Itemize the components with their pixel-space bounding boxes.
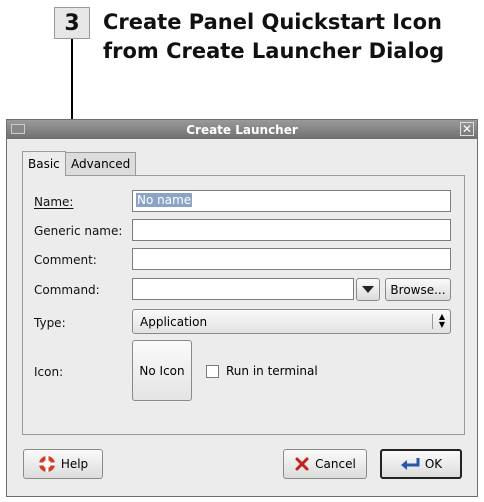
ok-button-label: OK bbox=[424, 457, 443, 471]
comment-label: Comment: bbox=[34, 253, 97, 267]
callout-title-line1: Create Panel Quickstart Icon bbox=[103, 10, 442, 34]
ok-arrow-icon bbox=[400, 458, 420, 470]
generic-name-label: Generic name: bbox=[34, 224, 123, 238]
name-field[interactable]: No name bbox=[132, 190, 451, 212]
window-menu-icon[interactable] bbox=[11, 124, 25, 134]
triangle-down-icon bbox=[362, 285, 374, 293]
cancel-x-icon bbox=[295, 457, 309, 471]
title-bar[interactable]: Create Launcher ✕ bbox=[7, 120, 477, 139]
command-label: Command: bbox=[34, 283, 100, 297]
comment-field[interactable] bbox=[132, 248, 451, 270]
run-in-terminal-label: Run in terminal bbox=[226, 364, 318, 378]
icon-label: Icon: bbox=[34, 365, 64, 379]
name-label: Name: bbox=[34, 195, 73, 209]
type-select-value: Application bbox=[140, 314, 208, 329]
lifebuoy-icon bbox=[38, 456, 55, 472]
step-number: 3 bbox=[54, 7, 90, 39]
tab-basic[interactable]: Basic bbox=[22, 151, 66, 176]
type-select-divider bbox=[432, 314, 433, 329]
callout-title: Create Panel Quickstart Icon from Create… bbox=[103, 8, 463, 66]
run-in-terminal-option[interactable]: Run in terminal bbox=[206, 364, 318, 378]
name-label-text: Name: bbox=[34, 195, 74, 209]
ok-button[interactable]: OK bbox=[380, 449, 462, 479]
cancel-button-label: Cancel bbox=[315, 457, 356, 471]
basic-tab-panel bbox=[22, 175, 465, 435]
type-select[interactable]: Application ▲ ▼ bbox=[132, 309, 451, 334]
cancel-button[interactable]: Cancel bbox=[283, 449, 367, 479]
help-button[interactable]: Help bbox=[23, 449, 103, 479]
create-launcher-dialog: Create Launcher ✕ Basic Advanced Name: N… bbox=[6, 119, 478, 497]
command-dropdown-button[interactable] bbox=[356, 278, 380, 301]
window-title: Create Launcher bbox=[186, 122, 298, 137]
browse-button[interactable]: Browse... bbox=[385, 278, 451, 301]
callout-title-line2: from Create Launcher Dialog bbox=[103, 39, 445, 63]
command-field[interactable] bbox=[132, 278, 354, 300]
name-field-value: No name bbox=[136, 193, 193, 207]
callout-leader-line bbox=[71, 39, 73, 127]
close-icon[interactable]: ✕ bbox=[460, 122, 474, 136]
run-in-terminal-checkbox[interactable] bbox=[206, 364, 219, 378]
type-label: Type: bbox=[34, 316, 66, 330]
tab-advanced[interactable]: Advanced bbox=[65, 152, 137, 175]
updown-arrows-icon: ▲ ▼ bbox=[438, 312, 445, 329]
help-button-label: Help bbox=[60, 457, 89, 471]
icon-picker-button[interactable]: No Icon bbox=[132, 340, 192, 401]
generic-name-field[interactable] bbox=[132, 219, 451, 241]
